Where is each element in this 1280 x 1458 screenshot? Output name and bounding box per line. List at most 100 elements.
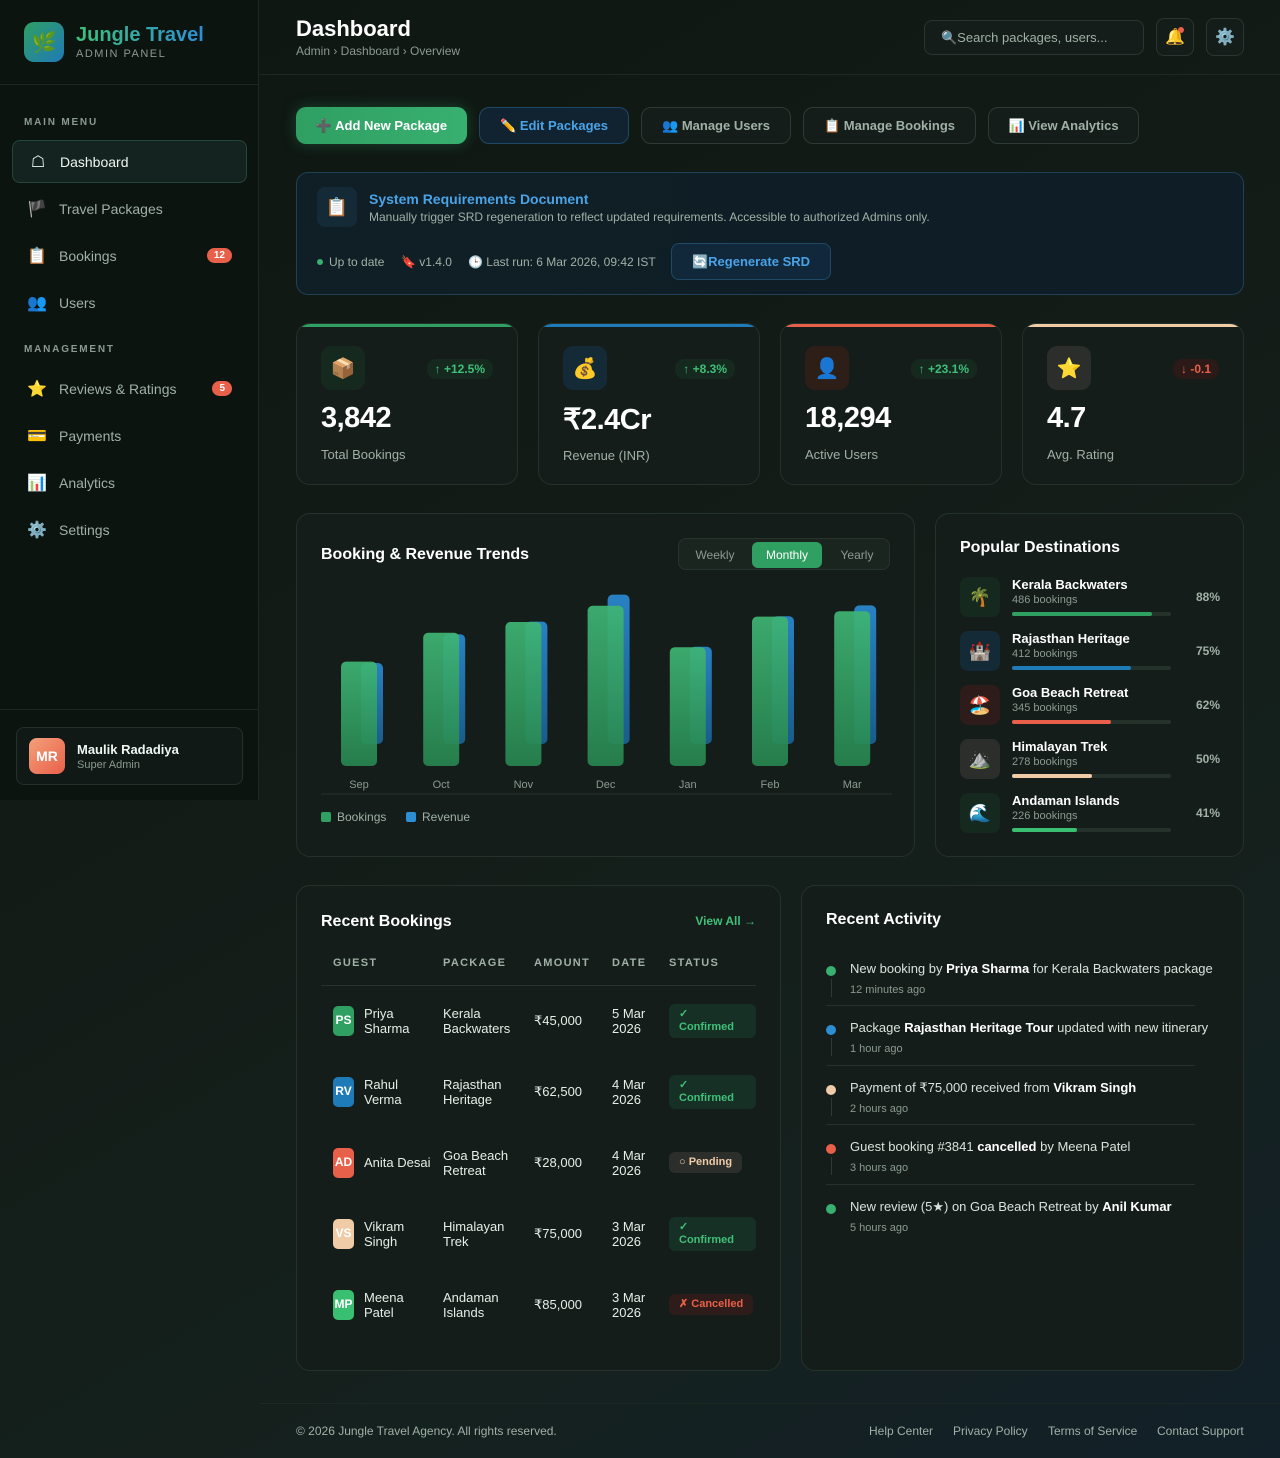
stat-accent-bar (297, 324, 517, 327)
destination-item[interactable]: 🏰 Rajasthan Heritage 412 bookings 75% (960, 631, 1220, 675)
activity-time: 5 hours ago (850, 1222, 909, 1234)
recent-bookings-title: Recent Bookings (321, 913, 452, 930)
bar-bookings[interactable] (669, 647, 706, 766)
divider (826, 1124, 1195, 1125)
sidebar-item-payments[interactable]: 💳 Payments (12, 414, 247, 457)
x-tick-label: Dec (596, 779, 616, 791)
edit-packages-button[interactable]: ✏️ Edit Packages (479, 107, 629, 144)
activity-text: Package Rajasthan Heritage Tour updated … (850, 1020, 1209, 1035)
contact-support-link[interactable]: Contact Support (1157, 1424, 1244, 1438)
mountain-icon: ⛰️ (960, 739, 1000, 779)
status-badge: ○ Pending (669, 1152, 743, 1173)
trend-badge: ↑ +23.1% (910, 359, 977, 379)
notifications-button[interactable]: 🔔 (1156, 18, 1194, 56)
help-center-link[interactable]: Help Center (869, 1424, 933, 1438)
activity-dot (826, 966, 836, 976)
destination-item[interactable]: 🌴 Kerala Backwaters 486 bookings 88% (960, 577, 1220, 621)
stat-value: 3,842 (321, 402, 392, 434)
stat-label: Revenue (INR) (563, 448, 650, 463)
destination-name: Rajasthan Heritage (1012, 631, 1130, 646)
destination-item[interactable]: ⛰️ Himalayan Trek 278 bookings 50% (960, 739, 1220, 783)
bar-bookings[interactable] (752, 616, 788, 766)
destination-item[interactable]: 🌊 Andaman Islands 226 bookings 41% (960, 793, 1220, 837)
srd-version: 🔖 v1.4.0 (401, 255, 452, 269)
search-input[interactable]: 🔍Search packages, users... (924, 20, 1144, 55)
page-title: Dashboard (296, 16, 411, 41)
credit-card-icon: 💳 (27, 427, 47, 445)
sidebar-item-settings[interactable]: ⚙️ Settings (12, 508, 247, 551)
table-row[interactable]: MP Meena Patel Andaman Islands ₹85,000 3 … (321, 1269, 756, 1340)
sidebar-item-bookings[interactable]: 📋 Bookings 12 (12, 234, 247, 277)
manage-users-button[interactable]: 👥 Manage Users (641, 107, 791, 144)
table-row[interactable]: RV Rahul Verma Rajasthan Heritage ₹62,500… (321, 1056, 756, 1127)
destination-percent: 41% (1195, 806, 1220, 820)
sidebar-item-analytics[interactable]: 📊 Analytics (12, 461, 247, 504)
manage-bookings-button[interactable]: 📋 Manage Bookings (803, 107, 976, 144)
sidebar-item-dashboard[interactable]: ☖ Dashboard (12, 140, 247, 183)
wave-icon: 🌊 (960, 793, 1000, 833)
user-role: Super Admin (77, 758, 140, 771)
avatar: MR (29, 738, 65, 774)
progress-track (1012, 828, 1171, 832)
destination-percent: 75% (1195, 644, 1220, 658)
stat-card-avg-rating: ⭐ ↓ -0.1 4.7 Avg. Rating (1022, 323, 1244, 485)
sidebar-item-label: Users (59, 294, 96, 311)
bar-bookings[interactable] (505, 622, 542, 766)
stat-value: 4.7 (1047, 402, 1086, 434)
divider (826, 1065, 1195, 1066)
legend-bookings: Bookings (321, 810, 386, 824)
breadcrumb[interactable]: Admin › Dashboard › Overview (296, 44, 460, 58)
gear-icon: ⚙️ (1215, 29, 1235, 46)
settings-button[interactable]: ⚙️ (1206, 18, 1244, 56)
brand-subtitle: ADMIN PANEL (76, 48, 167, 60)
x-tick-label: Mar (843, 779, 862, 791)
stat-card-total-bookings: 📦 ↑ +12.5% 3,842 Total Bookings (296, 323, 518, 485)
user-profile-card[interactable]: MR Maulik Radadiya Super Admin (16, 727, 243, 785)
brand[interactable]: 🌿 Jungle Travel ADMIN PANEL (0, 0, 258, 85)
column-header-status: STATUS (657, 957, 756, 986)
stat-card-revenue: 💰 ↑ +8.3% ₹2.4Cr Revenue (INR) (538, 323, 760, 485)
progress-track (1012, 720, 1171, 724)
destination-name: Kerala Backwaters (1012, 577, 1128, 592)
bar-bookings[interactable] (587, 605, 624, 766)
activity-text: New review (5★) on Goa Beach Retreat by … (850, 1199, 1172, 1214)
x-tick-label: Jan (679, 779, 697, 791)
destinations-card: Popular Destinations 🌴 Kerala Backwaters… (935, 513, 1244, 857)
activity-dot (826, 1025, 836, 1035)
view-analytics-button[interactable]: 📊 View Analytics (988, 107, 1139, 144)
recent-bookings-card: Recent Bookings View All → GUEST PACKAGE… (296, 885, 781, 1371)
status-badge: ✓ Confirmed (669, 1003, 756, 1038)
stat-accent-bar (781, 324, 1001, 327)
progress-fill (1012, 828, 1078, 832)
view-all-link[interactable]: View All → (695, 914, 756, 928)
destination-count: 278 bookings (1012, 756, 1078, 768)
date-cell: 5 Mar 2026 (612, 1005, 646, 1036)
add-new-package-button[interactable]: ➕ Add New Package (296, 107, 467, 144)
bar-bookings[interactable] (834, 611, 871, 766)
table-row[interactable]: PS Priya Sharma Kerala Backwaters ₹45,000… (321, 985, 756, 1056)
privacy-policy-link[interactable]: Privacy Policy (953, 1424, 1028, 1438)
user-section: MR Maulik Radadiya Super Admin (0, 709, 259, 800)
activity-time: 2 hours ago (850, 1103, 909, 1115)
table-row[interactable]: AD Anita Desai Goa Beach Retreat ₹28,000 … (321, 1127, 756, 1198)
bar-bookings[interactable] (341, 661, 377, 766)
bar-bookings[interactable] (423, 632, 460, 766)
srd-last-run: 🕒 Last run: 6 Mar 2026, 09:42 IST (468, 255, 656, 269)
footer: © 2026 Jungle Travel Agency. All rights … (260, 1403, 1280, 1458)
destination-item[interactable]: 🏖️ Goa Beach Retreat 345 bookings 62% (960, 685, 1220, 729)
sidebar-item-reviews[interactable]: ⭐ Reviews & Ratings 5 (12, 367, 247, 410)
table-row[interactable]: VS Vikram Singh Himalayan Trek ₹75,000 3 … (321, 1198, 756, 1269)
sidebar-item-travel-packages[interactable]: 🏴 Travel Packages (12, 187, 247, 230)
terms-link[interactable]: Terms of Service (1048, 1424, 1137, 1438)
trend-badge: ↑ +8.3% (675, 359, 735, 379)
sidebar-item-users[interactable]: 👥 Users (12, 281, 247, 324)
sidebar-item-label: Dashboard (60, 153, 129, 170)
gear-icon: ⚙️ (27, 521, 47, 539)
x-tick-label: Feb (761, 779, 780, 791)
bar-chart-icon: 📊 (27, 474, 47, 492)
recent-activity-card: Recent Activity New booking by Priya Sha… (801, 885, 1244, 1371)
activity-text: New booking by Priya Sharma for Kerala B… (850, 961, 1213, 976)
regenerate-srd-button[interactable]: 🔄Regenerate SRD (671, 243, 831, 280)
column-header-guest: GUEST (321, 957, 431, 986)
trends-bar-chart: Sep Oct Nov Dec Jan Feb Mar (321, 594, 892, 795)
